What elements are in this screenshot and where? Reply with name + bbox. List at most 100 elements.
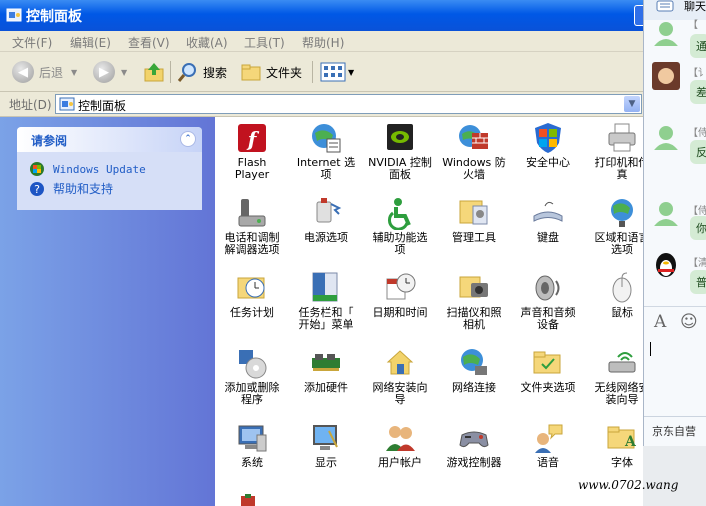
item-label: 辅助功能选 项: [372, 231, 428, 256]
chat-input[interactable]: [644, 334, 706, 414]
search-button[interactable]: 搜索: [177, 59, 227, 85]
item-network-connections[interactable]: 网络连接: [437, 346, 511, 394]
item-administrative-tools[interactable]: 管理工具: [437, 196, 511, 244]
item-user-accounts[interactable]: 用户帐户: [363, 421, 437, 469]
item-keyboard[interactable]: 键盘: [511, 196, 585, 244]
emoji-icon[interactable]: ☺: [680, 312, 698, 332]
menu-edit[interactable]: 编辑(E): [70, 34, 111, 51]
toolbar: ◀ 后退 ▼ ▶ ▼ 搜索 文件夹 ▼: [0, 52, 646, 92]
item-label: 区域和语言 选项: [594, 231, 647, 256]
item-add-hardware[interactable]: 添加硬件: [289, 346, 363, 394]
item-accessibility-options[interactable]: 辅助功能选 项: [363, 196, 437, 256]
chat-message: 通: [690, 34, 706, 58]
see-also-panel: 请参阅 ⌃ Windows Update ? 帮助和支持: [17, 127, 202, 210]
item-windows-firewall[interactable]: Windows 防 火墙: [437, 121, 511, 181]
svg-text:A: A: [624, 434, 637, 450]
item-add-remove-programs[interactable]: 添加或删除 程序: [215, 346, 289, 406]
item-label: 电话和调制 解调器选项: [224, 231, 280, 256]
item-label: 网络连接: [452, 381, 496, 394]
item-nvidia-control-panel[interactable]: NVIDIA 控制 面板: [363, 121, 437, 181]
nvidia-icon: [387, 124, 413, 150]
item-system[interactable]: 系统: [215, 421, 289, 469]
system-icon: [238, 425, 267, 452]
item-label: 用户帐户: [378, 456, 422, 469]
keyboard-icon: [533, 201, 563, 222]
up-folder-icon: [144, 63, 164, 82]
menu-tools[interactable]: 工具(T): [244, 34, 285, 51]
item-scanners-cameras[interactable]: 扫描仪和照 相机: [437, 271, 511, 331]
item-display[interactable]: 显示: [289, 421, 363, 469]
user-avatar-icon[interactable]: [652, 62, 680, 90]
item-label: 游戏控制器: [446, 456, 502, 469]
item-label: 打印机和传 真: [594, 156, 647, 181]
item-label: 电源选项: [304, 231, 348, 244]
add-remove-programs-icon: [239, 350, 267, 379]
back-button[interactable]: ◀ 后退 ▼: [12, 59, 77, 85]
item-network-setup-wizard[interactable]: 网络安装向 导: [363, 346, 437, 406]
up-folder-button[interactable]: [143, 59, 165, 85]
help-support-link[interactable]: ? 帮助和支持: [29, 180, 113, 197]
item-sounds-audio[interactable]: 声音和音频 设备: [511, 271, 585, 331]
windows-update-icon: [30, 162, 44, 176]
default-avatar-icon[interactable]: [652, 198, 680, 226]
title-bar[interactable]: 控制面板: [0, 0, 646, 31]
see-also-header[interactable]: 请参阅 ⌃: [17, 127, 202, 152]
help-icon: ?: [30, 181, 44, 196]
flash-player-icon: f: [238, 124, 266, 152]
item-label: 鼠标: [611, 306, 633, 319]
views-button[interactable]: ▼: [320, 59, 354, 85]
control-panel-items: f Flash Player Internet 选 项 NVIDIA 控制 面板…: [215, 117, 646, 506]
chat-panel: 聊天 【 通 【讠 差 【侍 反 【侍 你 【清 普 A ☺ 京东自营: [643, 0, 706, 446]
default-avatar-icon[interactable]: [652, 18, 680, 46]
item-label: 扫描仪和照 相机: [446, 306, 502, 331]
item-label: 安全中心: [526, 156, 570, 169]
item-label: 声音和音频 设备: [520, 306, 576, 331]
item-scheduled-tasks[interactable]: 任务计划: [215, 271, 289, 319]
item-folder-options[interactable]: 文件夹选项: [511, 346, 585, 394]
menu-view[interactable]: 查看(V): [128, 34, 170, 51]
default-avatar-icon[interactable]: [652, 122, 680, 150]
qq-penguin-icon[interactable]: [652, 250, 680, 278]
windows-update-link[interactable]: Windows Update: [29, 161, 146, 177]
scanner-camera-icon: [459, 276, 488, 298]
printer-icon: [608, 123, 636, 152]
network-setup-icon: [386, 350, 414, 375]
collapse-chevron-icon[interactable]: ⌃: [180, 131, 196, 147]
item-label: 系统: [241, 456, 263, 469]
item-game-controllers[interactable]: 游戏控制器: [437, 421, 511, 469]
item-speech[interactable]: 语音: [511, 421, 585, 469]
forward-button[interactable]: ▶ ▼: [93, 59, 127, 85]
chat-ad-bar[interactable]: 京东自营: [644, 416, 706, 446]
item-taskbar-start-menu[interactable]: 任务栏和「 开始」菜单: [289, 271, 363, 331]
power-options-icon: [316, 198, 342, 223]
address-input[interactable]: 控制面板 ▼: [55, 94, 642, 114]
item-date-time[interactable]: 日期和时间: [363, 271, 437, 319]
item-security-center[interactable]: 安全中心: [511, 121, 585, 169]
folders-button[interactable]: 文件夹: [240, 59, 302, 85]
back-dropdown-icon[interactable]: ▼: [71, 68, 77, 77]
item-printers-faxes[interactable]: 打印机和传 真: [585, 121, 646, 181]
fonts-icon: A: [607, 426, 637, 450]
item-label: 管理工具: [452, 231, 496, 244]
item-mouse[interactable]: 鼠标: [585, 271, 646, 319]
forward-dropdown-icon[interactable]: ▼: [121, 68, 127, 77]
item-power-options[interactable]: 电源选项: [289, 196, 363, 244]
scheduled-tasks-icon: [237, 277, 265, 299]
chat-name: 【: [688, 20, 698, 31]
menu-help[interactable]: 帮助(H): [302, 34, 344, 51]
address-dropdown-icon[interactable]: ▼: [624, 96, 640, 112]
menu-file[interactable]: 文件(F): [12, 34, 52, 51]
font-format-icon[interactable]: A: [654, 312, 666, 332]
speech-icon: [535, 424, 563, 453]
menu-favorites[interactable]: 收藏(A): [186, 34, 228, 51]
item-fonts[interactable]: A 字体: [585, 421, 646, 469]
chat-bubble-icon: [656, 0, 674, 12]
address-bar: 地址(D) 控制面板 ▼: [0, 92, 646, 117]
item-wireless-network-wizard[interactable]: 无线网络安 装向导: [585, 346, 646, 406]
item-flash-player[interactable]: f Flash Player: [215, 121, 289, 181]
item-internet-options[interactable]: Internet 选 项: [289, 121, 363, 181]
item-label: 字体: [611, 456, 633, 469]
item-region-language[interactable]: 区域和语言 选项: [585, 196, 646, 256]
item-phone-modem[interactable]: 电话和调制 解调器选项: [215, 196, 289, 256]
item-label: 键盘: [537, 231, 559, 244]
